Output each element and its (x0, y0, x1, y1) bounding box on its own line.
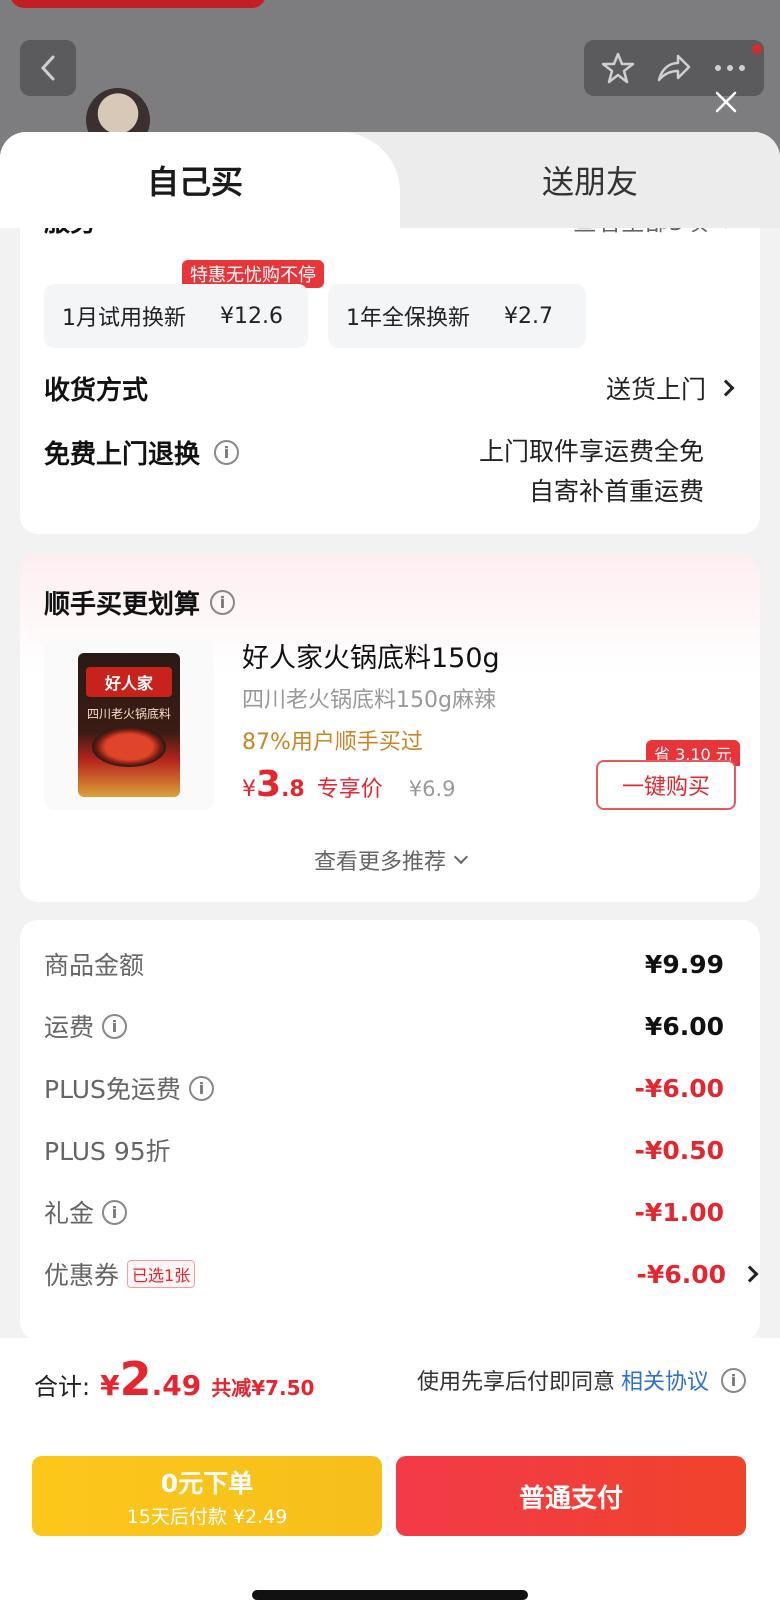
agreement-row: 使用先享后付即同意 相关协议 i (417, 1364, 746, 1396)
service-option-warranty[interactable]: 1年全保换新 ¥2.7 (328, 284, 586, 348)
share-icon[interactable] (656, 52, 692, 84)
checkout-bar: 合计: ¥ 2 .49 共减¥7.50 使用先享后付即同意 相关协议 i 0元下… (0, 1338, 780, 1618)
service-option-name: 1月试用换新 (62, 306, 186, 331)
close-icon (715, 91, 737, 113)
chevron-down-icon (453, 849, 469, 865)
info-icon[interactable]: i (210, 590, 236, 615)
agreement-link[interactable]: 相关协议 (621, 1364, 709, 1396)
total-row: 合计: ¥ 2 .49 共减¥7.50 (34, 1352, 314, 1406)
total-integer: 2 (119, 1352, 152, 1406)
product-stat: 87%用户顺手买过 (242, 730, 423, 755)
home-indicator (252, 1590, 528, 1600)
summary-label: PLUS 95折 (44, 1137, 171, 1166)
free-return-line2: 自寄补首重运费 (528, 477, 704, 506)
tab-self-buy[interactable]: 自己买 (0, 132, 400, 228)
summary-label: 礼金 (44, 1199, 95, 1228)
price-summary-card: 商品金额 ¥9.99 运费 i ¥6.00 PLUS免运费 i -¥6.00 PLU… (20, 920, 760, 1340)
service-option-price: ¥2.7 (504, 303, 553, 329)
normal-pay-button[interactable]: 普通支付 (396, 1456, 746, 1536)
normal-pay-label: 普通支付 (518, 1483, 623, 1514)
product-desc: 四川老火锅底料150g麻辣 (242, 688, 496, 713)
free-return-line1: 上门取件享运费全免 (478, 437, 704, 466)
package-hotpot-graphic (92, 727, 166, 767)
summary-row-coupon[interactable]: 优惠券 已选1张 -¥6.00 (44, 1254, 759, 1294)
summary-value: -¥6.00 (636, 1259, 726, 1289)
summary-value: -¥6.00 (634, 1073, 724, 1103)
chevron-left-icon (40, 55, 55, 81)
info-icon[interactable]: i (188, 1075, 214, 1101)
package-brand: 好人家 (86, 667, 172, 697)
summary-label: PLUS免运费 (44, 1075, 181, 1104)
summary-value: -¥1.00 (634, 1197, 724, 1227)
notification-dot (752, 44, 762, 54)
original-price: ¥6.9 (408, 777, 456, 801)
page-header-red-bar (10, 0, 266, 8)
service-option-name: 1年全保换新 (346, 306, 470, 331)
summary-label: 商品金额 (44, 951, 145, 980)
summary-row-plus-free-shipping: PLUS免运费 i -¥6.00 (44, 1068, 724, 1108)
delivery-label: 收货方式 (44, 376, 149, 406)
price-integer: 3 (256, 764, 282, 805)
total-label: 合计: (34, 1373, 91, 1401)
bnpl-subtitle: 15天后付款 ¥2.49 (126, 1505, 288, 1528)
total-currency: ¥ (100, 1369, 120, 1402)
price-decimal: .8 (281, 777, 305, 802)
product-image[interactable]: 好人家 四川老火锅底料 (44, 640, 214, 810)
product-price-row: ¥ 3 .8 专享价 ¥6.9 (242, 764, 456, 805)
service-option-trial[interactable]: 1月试用换新 ¥12.6 (44, 284, 308, 348)
chevron-right-icon (741, 1265, 759, 1283)
coupon-tag: 已选1张 (127, 1260, 196, 1288)
bnpl-button[interactable]: 0元下单 15天后付款 ¥2.49 (32, 1456, 382, 1536)
tab-gift-label: 送朋友 (541, 163, 638, 201)
addon-card: 顺手买更划算 i 好人家 四川老火锅底料 好人家火锅底料150g 四川老火锅底料… (20, 554, 760, 902)
tab-gift[interactable]: 送朋友 (400, 132, 780, 228)
price-tag: 专享价 (316, 777, 383, 802)
summary-label: 运费 (44, 1013, 95, 1042)
product-package: 好人家 四川老火锅底料 (78, 653, 180, 797)
one-click-buy-button[interactable]: 一键购买 (596, 760, 736, 810)
product-name[interactable]: 好人家火锅底料150g (242, 636, 500, 675)
chevron-right-icon (717, 379, 735, 397)
service-option-price: ¥12.6 (220, 303, 283, 329)
info-icon[interactable]: i (214, 440, 240, 465)
package-name: 四川老火锅底料 (86, 707, 171, 721)
more-recommendations[interactable]: 查看更多推荐 (20, 844, 760, 876)
star-icon[interactable] (601, 51, 635, 85)
back-button[interactable] (20, 40, 76, 96)
free-return-label-row: 免费上门退换 i (44, 434, 240, 471)
bnpl-title: 0元下单 (160, 1468, 254, 1498)
summary-row-gift-cash: 礼金 i -¥1.00 (44, 1192, 724, 1232)
summary-row-plus-discount: PLUS 95折 -¥0.50 (44, 1130, 724, 1170)
agreement-text: 使用先享后付即同意 (416, 1370, 615, 1395)
tab-self-buy-label: 自己买 (146, 163, 243, 201)
total-decimal: .49 (151, 1369, 202, 1402)
free-return-detail: 上门取件享运费全免 自寄补首重运费 (479, 432, 704, 512)
delivery-value: 送货上门 (605, 375, 706, 404)
more-label: 查看更多推荐 (313, 850, 446, 875)
summary-value: ¥9.99 (644, 949, 724, 979)
more-icon[interactable] (713, 63, 747, 73)
purchase-tabs: 自己买 送朋友 (0, 132, 780, 228)
summary-row-goods: 商品金额 ¥9.99 (44, 944, 724, 984)
summary-label: 优惠券 (44, 1261, 120, 1290)
info-icon[interactable]: i (721, 1367, 746, 1393)
info-icon[interactable]: i (102, 1199, 128, 1225)
price-currency: ¥ (242, 777, 256, 802)
close-button[interactable] (708, 84, 744, 120)
addon-title: 顺手买更划算 (44, 590, 201, 620)
summary-value: ¥6.00 (644, 1011, 724, 1041)
summary-row-shipping: 运费 i ¥6.00 (44, 1006, 724, 1046)
free-return-label: 免费上门退换 (44, 440, 201, 470)
total-reduction: 共减¥7.50 (211, 1376, 315, 1400)
addon-title-row: 顺手买更划算 i (44, 584, 236, 621)
summary-value: -¥0.50 (634, 1135, 724, 1165)
delivery-method[interactable]: 送货上门 (605, 370, 735, 406)
info-icon[interactable]: i (102, 1013, 128, 1039)
